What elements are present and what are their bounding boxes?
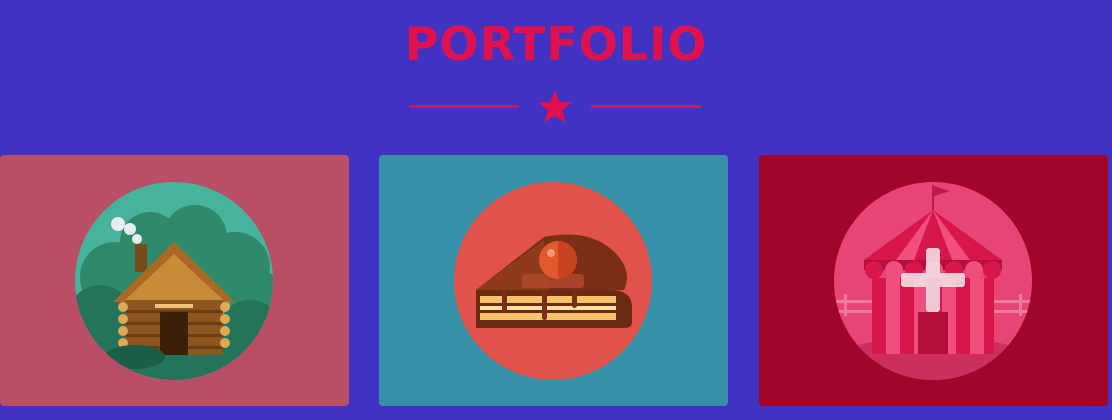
star-icon xyxy=(538,90,572,123)
section-title: PORTFOLIO xyxy=(404,17,708,71)
cake-slice-icon xyxy=(454,182,652,380)
portfolio-item-circus[interactable] xyxy=(759,155,1108,406)
divider-line-right xyxy=(591,105,701,108)
portfolio-item-cake[interactable] xyxy=(379,155,728,406)
portfolio-thumbnail xyxy=(454,182,652,380)
portfolio-thumbnail xyxy=(75,182,273,380)
divider-line-left xyxy=(409,105,519,108)
portfolio-item-cabin[interactable] xyxy=(0,155,349,406)
circus-tent-icon xyxy=(834,182,1032,380)
portfolio-thumbnail xyxy=(834,182,1032,380)
title-divider xyxy=(409,86,701,126)
portfolio-section: PORTFOLIO xyxy=(0,0,1112,420)
log-cabin-icon xyxy=(75,182,273,380)
